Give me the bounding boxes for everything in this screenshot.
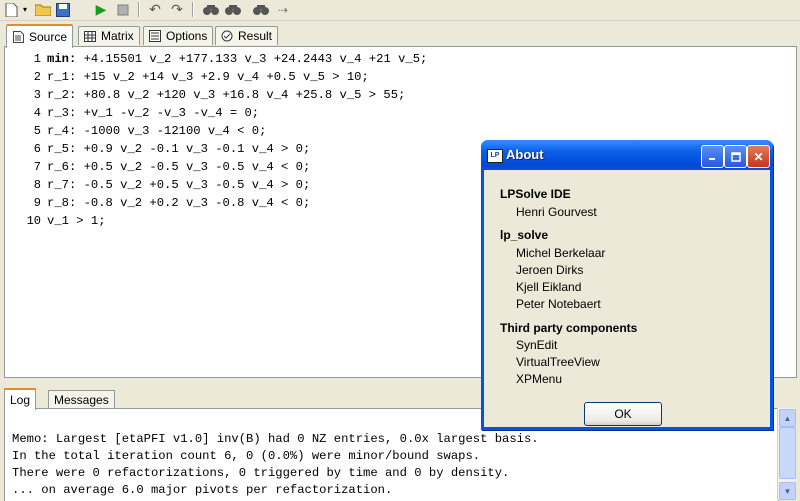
line-number: 3 — [33, 88, 41, 102]
line-number: 2 — [33, 70, 41, 84]
goto-icon[interactable]: ⇢ — [274, 1, 292, 18]
source-icon — [11, 31, 25, 43]
code-text: +4.15501 v_2 +177.133 v_3 +24.2443 v_4 +… — [76, 52, 428, 66]
code-line: min: +4.15501 v_2 +177.133 v_3 +24.2443 … — [47, 51, 427, 68]
keyword-min: min: — [47, 52, 77, 66]
tab-log[interactable]: Log — [4, 388, 37, 410]
redo-icon[interactable]: ↷ — [168, 1, 186, 18]
credit-item: Henri Gourvest — [516, 205, 597, 219]
tab-result-label: Result — [238, 29, 273, 43]
about-dialog: LP About ✕ LPSolve IDE Henri Gourvest lp… — [481, 140, 773, 430]
new-file-icon[interactable] — [2, 1, 20, 18]
stop-icon[interactable] — [114, 1, 132, 18]
tab-options[interactable]: Options — [143, 26, 214, 45]
app-icon: LP — [487, 149, 503, 163]
maximize-icon[interactable] — [724, 145, 747, 168]
code-line: r_4: -1000 v_3 -12100 v_4 < 0; — [47, 124, 267, 138]
toolbar: ▾ ▶ ↶ ↷ ⇢ — [0, 0, 800, 21]
undo-icon[interactable]: ↶ — [146, 1, 164, 18]
line-number: 4 — [33, 106, 41, 120]
credit-item: SynEdit — [516, 338, 558, 352]
replace-icon[interactable] — [252, 1, 270, 18]
minimize-icon[interactable] — [701, 145, 724, 168]
log-line: In the total iteration count 6, 0 (0.0%)… — [12, 449, 481, 463]
line-number: 1 — [33, 52, 41, 66]
tab-source[interactable]: Source — [6, 24, 74, 48]
code-line: v_1 > 1; — [47, 214, 106, 228]
tab-options-label: Options — [166, 29, 208, 43]
scroll-down-icon[interactable]: ▼ — [779, 482, 796, 500]
close-icon[interactable]: ✕ — [747, 145, 770, 168]
section-heading: Third party components — [500, 321, 638, 335]
tab-messages[interactable]: Messages — [48, 390, 115, 408]
code-line: r_3: +v_1 -v_2 -v_3 -v_4 = 0; — [47, 106, 260, 120]
dialog-body: LPSolve IDE Henri Gourvest lp_solve Mich… — [484, 170, 770, 427]
section-heading: lp_solve — [500, 228, 549, 242]
log-line: ... on average 6.0 major pivots per refa… — [12, 483, 393, 497]
line-number: 9 — [33, 196, 41, 210]
dialog-title: About — [506, 147, 544, 162]
credit-item: Jeroen Dirks — [516, 263, 584, 277]
ok-button[interactable]: OK — [584, 402, 662, 426]
code-line: r_5: +0.9 v_2 -0.1 v_3 -0.1 v_4 > 0; — [47, 142, 311, 156]
tab-source-label: Source — [29, 30, 68, 44]
scroll-thumb[interactable] — [779, 427, 796, 479]
line-number: 8 — [33, 178, 41, 192]
find-icon[interactable] — [202, 1, 220, 18]
log-line: Memo: Largest [etaPFI v1.0] inv(B) had 0… — [12, 432, 539, 446]
code-line: r_6: +0.5 v_2 -0.5 v_3 -0.5 v_4 < 0; — [47, 160, 311, 174]
matrix-icon — [83, 30, 97, 42]
chevron-down-icon[interactable]: ▾ — [20, 1, 30, 18]
line-number: 5 — [33, 124, 41, 138]
credit-item: Kjell Eikland — [516, 280, 582, 294]
code-line: r_7: -0.5 v_2 +0.5 v_3 -0.5 v_4 > 0; — [47, 178, 311, 192]
code-line: r_1: +15 v_2 +14 v_3 +2.9 v_4 +0.5 v_5 >… — [47, 70, 369, 84]
find-next-icon[interactable] — [224, 1, 242, 18]
credit-item: XPMenu — [516, 372, 563, 386]
code-line: r_2: +80.8 v_2 +120 v_3 +16.8 v_4 +25.8 … — [47, 88, 406, 102]
run-icon[interactable]: ▶ — [92, 1, 110, 18]
options-icon — [148, 30, 162, 42]
tab-matrix-label: Matrix — [101, 29, 134, 43]
line-number: 7 — [33, 160, 41, 174]
credit-item: VirtualTreeView — [516, 355, 600, 369]
log-scrollbar[interactable]: ▲ ▼ — [777, 408, 796, 500]
credit-item: Michel Berkelaar — [516, 246, 606, 260]
save-icon[interactable] — [54, 1, 72, 18]
line-number: 10 — [26, 214, 41, 228]
tab-matrix[interactable]: Matrix — [78, 26, 140, 45]
scroll-up-icon[interactable]: ▲ — [779, 409, 796, 427]
section-heading: LPSolve IDE — [500, 187, 571, 201]
tab-result[interactable]: Result — [215, 26, 279, 45]
result-icon — [220, 30, 234, 42]
open-folder-icon[interactable] — [34, 1, 52, 18]
code-line: r_8: -0.8 v_2 +0.2 v_3 -0.8 v_4 < 0; — [47, 196, 311, 210]
line-number-gutter: 1 2 3 4 5 6 7 8 9 10 — [5, 47, 45, 377]
log-line: There were 0 refactorizations, 0 trigger… — [12, 466, 510, 480]
dialog-title-bar[interactable]: LP About ✕ — [481, 140, 773, 170]
credit-item: Peter Notebaert — [516, 297, 601, 311]
line-number: 6 — [33, 142, 41, 156]
